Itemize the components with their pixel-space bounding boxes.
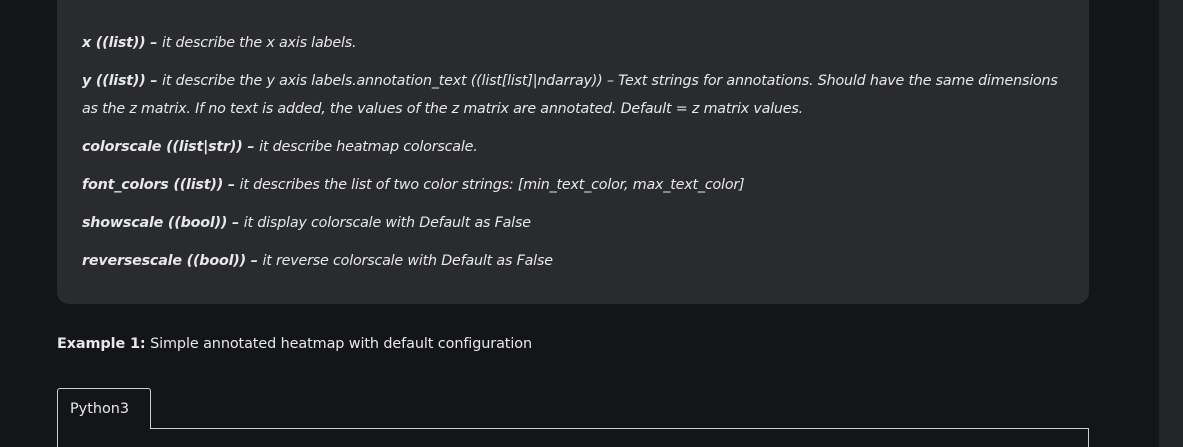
param-separator: – <box>245 253 263 269</box>
example-heading: Example 1: Simple annotated heatmap with… <box>57 333 532 355</box>
param-name: x ((list)) <box>82 35 146 51</box>
param-description: it reverse colorscale with Default as Fa… <box>262 253 553 269</box>
tab-python3[interactable]: Python3 <box>57 388 151 429</box>
param-name: reversescale ((bool)) <box>82 253 246 269</box>
scrollbar-track[interactable] <box>1159 0 1183 447</box>
param-separator: – <box>145 73 163 89</box>
param-description: it describes the list of two color strin… <box>239 177 745 193</box>
code-block-frame <box>57 428 1089 447</box>
param-description: it describe the y axis labels.annotation… <box>82 73 1058 117</box>
param-reversescale: reversescale ((bool)) – it reverse color… <box>82 247 1069 275</box>
param-name: showscale ((bool)) <box>82 215 228 231</box>
example-label: Example 1: <box>57 336 146 352</box>
param-name: colorscale ((list|str)) <box>82 139 243 155</box>
param-description: it describe heatmap colorscale. <box>259 139 478 155</box>
param-y: y ((list)) – it describe the y axis labe… <box>82 67 1072 123</box>
param-separator: – <box>223 177 240 193</box>
param-separator: – <box>242 139 260 155</box>
param-name: font_colors ((list)) <box>82 177 224 193</box>
param-separator: – <box>145 35 162 51</box>
param-font-colors: font_colors ((list)) – it describes the … <box>82 171 1069 199</box>
param-colorscale: colorscale ((list|str)) – it describe he… <box>82 133 1069 161</box>
param-name: y ((list)) <box>82 73 146 89</box>
param-description: it display colorscale with Default as Fa… <box>243 215 531 231</box>
param-description: it describe the x axis labels. <box>162 35 357 51</box>
param-separator: – <box>227 215 244 231</box>
article-page: x ((list)) – it describe the x axis labe… <box>0 0 1183 447</box>
param-showscale: showscale ((bool)) – it display colorsca… <box>82 209 1069 237</box>
parameters-box: x ((list)) – it describe the x axis labe… <box>57 0 1089 304</box>
param-x: x ((list)) – it describe the x axis labe… <box>82 29 1069 57</box>
example-text: Simple annotated heatmap with default co… <box>145 336 532 352</box>
